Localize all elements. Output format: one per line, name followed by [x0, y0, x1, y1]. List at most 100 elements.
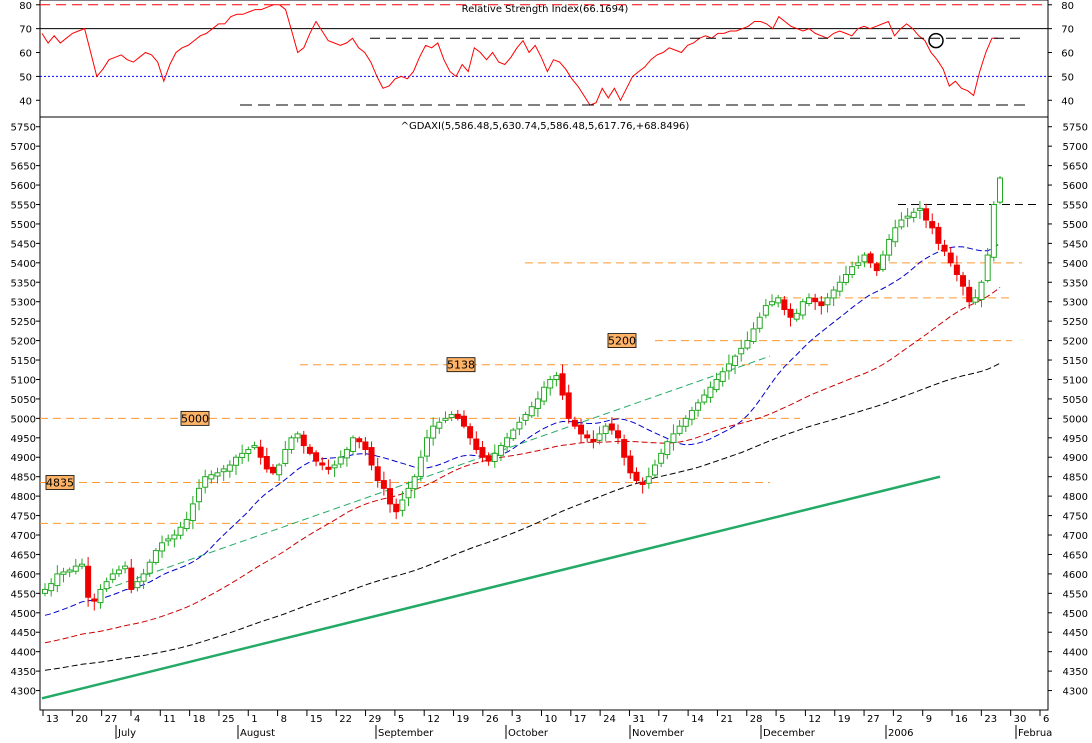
candle-body [424, 437, 430, 457]
price-tick-label: 4300 [11, 687, 36, 698]
candle-body [799, 301, 806, 316]
x-day-label: 29 [369, 714, 382, 725]
candle-body [516, 421, 523, 430]
candle-body [855, 262, 862, 266]
candle-body [48, 583, 55, 592]
candle-body [750, 328, 757, 342]
price-tick-label: 4650 [1063, 550, 1088, 561]
candle-body [165, 538, 172, 542]
candle-body [670, 433, 677, 443]
x-day-label: 27 [105, 714, 118, 725]
x-day-label: 11 [163, 714, 176, 725]
price-tick-label: 5750 [1063, 123, 1088, 134]
candle-body [941, 244, 948, 252]
price-tick-label: 4450 [11, 628, 36, 639]
candle-body [196, 487, 203, 503]
candle-body [103, 581, 110, 590]
price-tick-label: 4950 [11, 434, 36, 445]
rsi-tick-label: 40 [19, 96, 32, 107]
x-day-label: 26 [486, 714, 499, 725]
price-tick-label: 4950 [1063, 434, 1088, 445]
candle-body [239, 452, 246, 458]
x-day-label: 6 [1043, 714, 1049, 725]
candle-body [122, 565, 129, 570]
candle-body [300, 434, 307, 447]
candle-body [202, 476, 209, 488]
price-tick-label: 4900 [11, 453, 36, 464]
candle-body [688, 410, 695, 420]
price-tick-label: 4500 [1063, 609, 1088, 620]
candle-body [824, 297, 831, 306]
candle-body [146, 561, 153, 574]
candle-body [910, 211, 917, 218]
candle-body [233, 456, 239, 466]
candle-body [633, 471, 640, 482]
candle-body [916, 207, 923, 211]
candle-body [682, 417, 689, 427]
x-day-label: 2 [896, 714, 902, 725]
price-tick-label: 5150 [1063, 356, 1088, 367]
candle-body [454, 413, 461, 419]
candle-body [972, 297, 979, 303]
price-tick-label: 4750 [1063, 512, 1088, 523]
price-tick-label: 5200 [1063, 337, 1088, 348]
level-label: 4835 [46, 477, 74, 490]
x-day-label: 15 [310, 714, 323, 725]
price-tick-label: 4350 [1063, 667, 1088, 678]
candle-body [608, 423, 615, 431]
candle-body [578, 424, 585, 435]
candle-body [738, 347, 745, 355]
x-axis: 13 20 27 4 11 18 25 1 8 15 22 29 5 12 19 26 3 10 17 24 31 7 14… [40, 709, 1052, 739]
x-day-label: 20 [75, 714, 88, 725]
candle-body [997, 177, 1003, 203]
candle-body [140, 573, 147, 582]
candle-body [984, 254, 991, 282]
rsi-tick-label: 50 [19, 72, 32, 83]
candle-body [596, 433, 603, 441]
candle-body [325, 466, 332, 470]
candle-body [510, 429, 517, 440]
price-tick-label: 5450 [11, 239, 36, 250]
candle-body [448, 413, 455, 419]
price-tick-label: 5550 [1063, 200, 1088, 211]
price-tick-label: 5350 [11, 278, 36, 289]
candle-body [497, 445, 504, 456]
x-day-label: 16 [955, 714, 968, 725]
candle-body [159, 542, 166, 552]
candle-body [793, 312, 800, 320]
candle-body [898, 219, 905, 228]
candle-body [775, 297, 782, 304]
level-label: 5000 [181, 412, 209, 425]
candle-body [387, 488, 394, 505]
candle-body [781, 299, 788, 310]
price-tick-label: 4450 [1063, 628, 1088, 639]
price-tick-label: 4300 [1063, 687, 1088, 698]
price-tick-label: 4400 [1063, 648, 1088, 659]
candle-body [504, 437, 511, 448]
candle-body [541, 386, 548, 402]
candle-body [257, 446, 264, 458]
candle-body [467, 426, 474, 439]
price-tick-label: 4700 [11, 531, 36, 542]
candle-body [319, 462, 326, 466]
candle-body [288, 437, 295, 450]
candle-body [553, 375, 560, 381]
price-tick-label: 5700 [1063, 142, 1088, 153]
candle-body [522, 413, 529, 421]
x-day-label: 18 [193, 714, 206, 725]
price-tick-label: 5000 [11, 414, 36, 425]
candle-body [769, 301, 776, 306]
candle-body [393, 503, 400, 513]
candle-body [183, 518, 190, 529]
price-tick-label: 5600 [11, 181, 36, 192]
candle-body [109, 573, 116, 580]
candle-body [356, 438, 363, 443]
candle-body [571, 419, 578, 427]
candle-body [812, 297, 819, 303]
candle-body [658, 452, 665, 464]
candle-body [282, 448, 289, 464]
candle-body [645, 476, 652, 484]
x-day-label: 21 [720, 714, 733, 725]
candle-body [849, 266, 856, 276]
candle-body [701, 394, 708, 403]
